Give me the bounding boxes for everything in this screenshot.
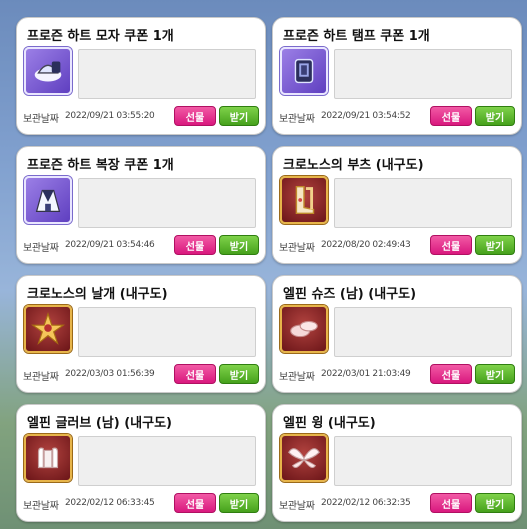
gift-button[interactable]: 선물 [174,493,216,513]
item-description-box [78,178,256,228]
item-card: 프로즌 하트 모자 쿠폰 1개 보관날짜 2022/09/21 03:55:20… [16,17,266,135]
item-description-box [78,49,256,99]
item-card: 엘핀 슈즈 (남) (내구도) 보관날짜 2022/03/01 21:03:49… [272,275,522,393]
item-card: 크로노스의 날개 (내구도) 보관날짜 2022/03/03 01:56:39 … [16,275,266,393]
item-card: 크로노스의 부츠 (내구도) 보관날짜 2022/08/20 02:49:43 … [272,146,522,264]
stored-date: 2022/08/20 02:49:43 [321,240,411,250]
stored-date: 2022/09/21 03:54:52 [321,111,411,121]
item-card: 프로즌 하트 탬프 쿠폰 1개 보관날짜 2022/09/21 03:54:52… [272,17,522,135]
date-label: 보관날짜 [23,114,59,125]
elfin-wing-icon [280,434,328,482]
stored-date: 2022/09/21 03:55:20 [65,111,155,121]
stored-date: 2022/03/01 21:03:49 [321,369,411,379]
item-title: 프로즌 하트 복장 쿠폰 1개 [27,158,174,173]
receive-button[interactable]: 받기 [475,364,515,384]
receive-button[interactable]: 받기 [475,235,515,255]
date-label: 보관날짜 [279,243,315,254]
gift-button[interactable]: 선물 [174,106,216,126]
date-label: 보관날짜 [279,501,315,512]
date-label: 보관날짜 [23,501,59,512]
gift-button[interactable]: 선물 [430,364,472,384]
date-label: 보관날짜 [279,114,315,125]
stored-date: 2022/02/12 06:32:35 [321,498,411,508]
item-title: 엘핀 슈즈 (남) (내구도) [283,287,417,302]
item-title: 크로노스의 부츠 (내구도) [283,158,424,173]
item-description-box [78,307,256,357]
item-description-box [334,178,512,228]
item-card: 프로즌 하트 복장 쿠폰 1개 보관날짜 2022/09/21 03:54:46… [16,146,266,264]
stored-date: 2022/02/12 06:33:45 [65,498,155,508]
item-description-box [334,436,512,486]
frozen-heart-tamp-coupon-icon [280,47,328,95]
date-label: 보관날짜 [23,372,59,383]
item-title: 프로즌 하트 모자 쿠폰 1개 [27,29,174,44]
item-card: 엘핀 윙 (내구도) 보관날짜 2022/02/12 06:32:35 선물 받… [272,404,522,522]
item-card: 엘핀 글러브 (남) (내구도) 보관날짜 2022/02/12 06:33:4… [16,404,266,522]
date-label: 보관날짜 [279,372,315,383]
item-description-box [334,49,512,99]
gift-button[interactable]: 선물 [430,106,472,126]
elfin-shoes-icon [280,305,328,353]
frozen-heart-outfit-coupon-icon [24,176,72,224]
item-title: 엘핀 윙 (내구도) [283,416,376,431]
chronos-wings-icon [24,305,72,353]
gift-button[interactable]: 선물 [430,235,472,255]
elfin-gloves-icon [24,434,72,482]
item-title: 크로노스의 날개 (내구도) [27,287,168,302]
item-description-box [78,436,256,486]
date-label: 보관날짜 [23,243,59,254]
stored-date: 2022/03/03 01:56:39 [65,369,155,379]
frozen-heart-hat-coupon-icon [24,47,72,95]
receive-button[interactable]: 받기 [219,235,259,255]
gift-button[interactable]: 선물 [430,493,472,513]
chronos-boots-icon [280,176,328,224]
item-title: 엘핀 글러브 (남) (내구도) [27,416,172,431]
receive-button[interactable]: 받기 [219,493,259,513]
stored-date: 2022/09/21 03:54:46 [65,240,155,250]
receive-button[interactable]: 받기 [219,364,259,384]
gift-button[interactable]: 선물 [174,364,216,384]
receive-button[interactable]: 받기 [475,493,515,513]
receive-button[interactable]: 받기 [219,106,259,126]
item-description-box [334,307,512,357]
gift-button[interactable]: 선물 [174,235,216,255]
item-title: 프로즌 하트 탬프 쿠폰 1개 [283,29,430,44]
receive-button[interactable]: 받기 [475,106,515,126]
